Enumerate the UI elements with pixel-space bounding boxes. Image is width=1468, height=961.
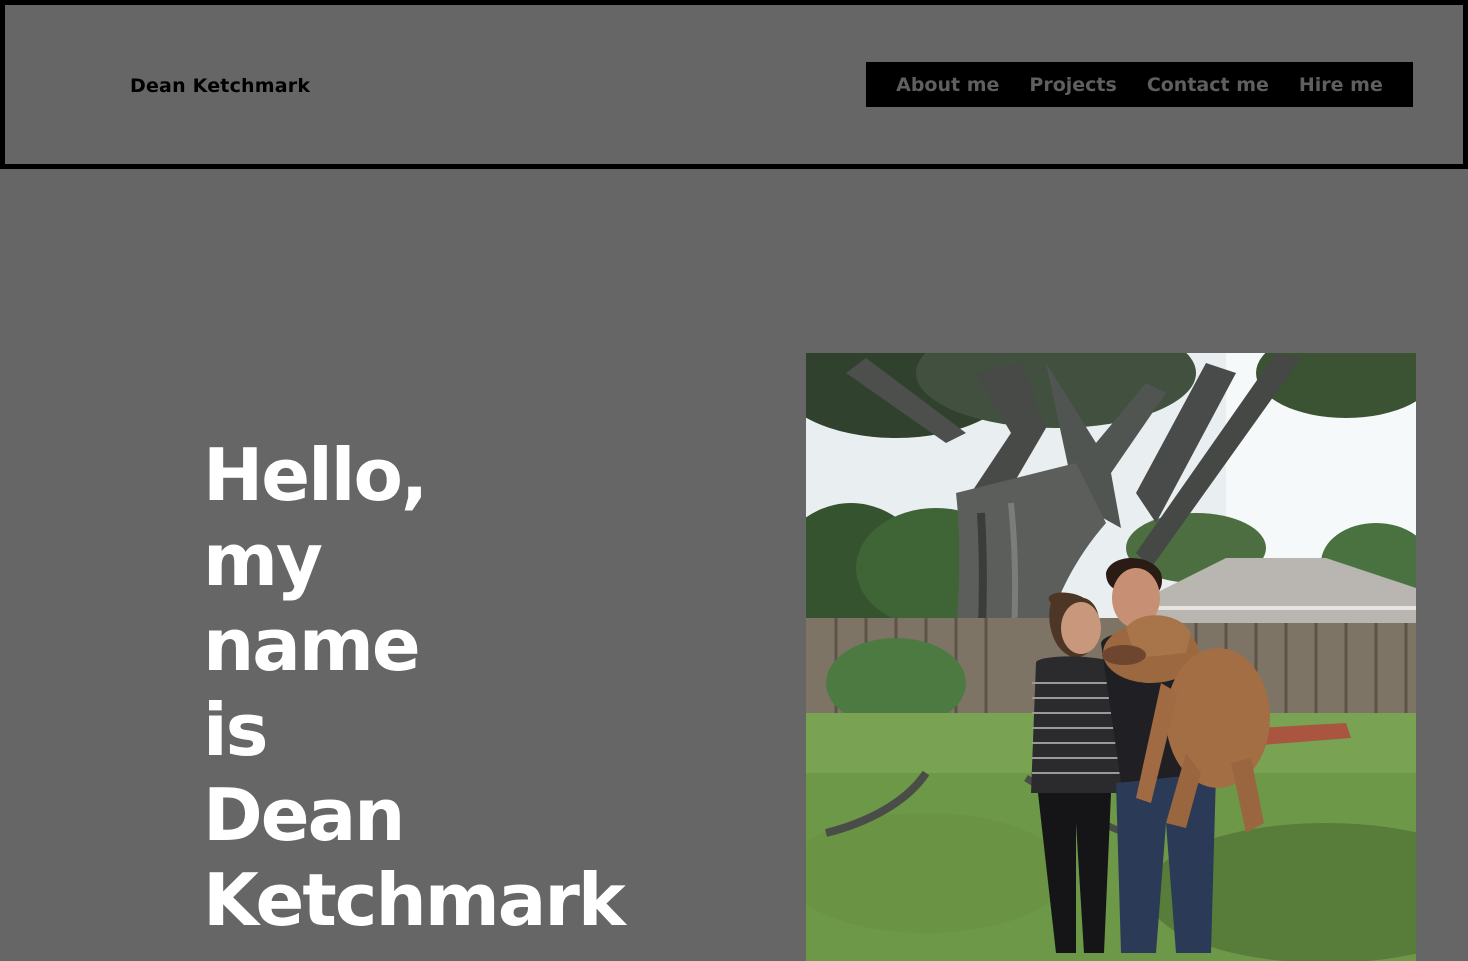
hero-line: is [203, 688, 269, 773]
profile-photo [806, 353, 1416, 961]
main-nav: About me Projects Contact me Hire me [866, 62, 1413, 107]
nav-hire-me[interactable]: Hire me [1299, 74, 1383, 96]
hero-line: Ketchmark [203, 858, 626, 943]
hero-line: Hello, [203, 433, 428, 518]
nav-contact-me[interactable]: Contact me [1147, 74, 1269, 96]
nav-about-me[interactable]: About me [896, 74, 999, 96]
hero-line: name [203, 603, 421, 688]
hero-heading: Hello, my name is Dean Ketchmark [203, 433, 626, 943]
hero-line: my [203, 518, 323, 603]
nav-projects[interactable]: Projects [1029, 74, 1116, 96]
hero-line: Dean [203, 773, 405, 858]
site-header: Dean Ketchmark About me Projects Contact… [0, 0, 1468, 169]
site-brand[interactable]: Dean Ketchmark [130, 75, 310, 97]
